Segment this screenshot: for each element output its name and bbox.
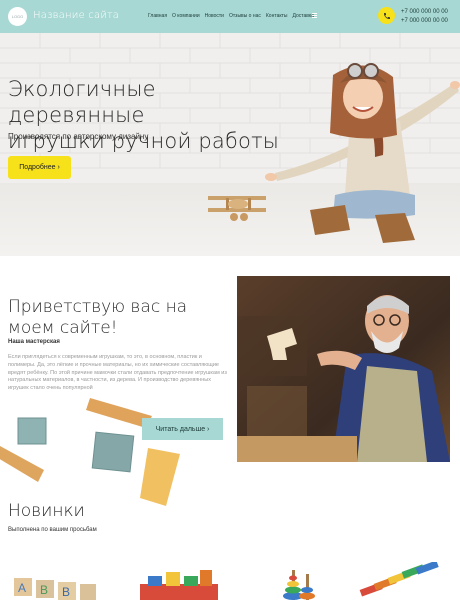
new-products-row: A B B	[14, 562, 439, 600]
hero-title: Экологичные деревянные игрушки ручной ра…	[8, 76, 288, 154]
nav-item-delivery[interactable]: Доставка	[293, 13, 314, 19]
intro-subtitle: Наша мастерская	[8, 339, 60, 345]
phone-button[interactable]	[378, 7, 395, 24]
phone-number-2[interactable]: +7 000 000 00 00	[401, 17, 448, 26]
nav-item-news[interactable]: Новости	[205, 13, 224, 19]
intro-text: Если приглядеться к современным игрушкам…	[8, 354, 227, 392]
menu-icon[interactable]	[312, 13, 317, 18]
site-header: LOGO Название сайта Главная О компании Н…	[0, 0, 460, 33]
craftsman-photo	[237, 276, 450, 462]
product-toy-train-image[interactable]	[140, 570, 218, 600]
phone-numbers: +7 000 000 00 00 +7 000 000 00 00	[401, 8, 448, 26]
hero-title-line-1: Экологичные деревянные	[8, 77, 156, 127]
read-more-button[interactable]: Читать дальше ›	[142, 418, 223, 440]
wooden-blocks-image	[0, 398, 180, 506]
main-nav: Главная О компании Новости Отзывы о нас …	[148, 13, 314, 19]
logo-text: LOGO	[11, 14, 24, 19]
more-button[interactable]: Подробнее ›	[8, 156, 71, 179]
phone-number-1[interactable]: +7 000 000 00 00	[401, 8, 448, 17]
nav-item-about[interactable]: О компании	[172, 13, 200, 19]
product-abc-blocks-image[interactable]: A B B	[14, 578, 96, 600]
site-name[interactable]: Название сайта	[33, 10, 119, 21]
new-section-title: Новинки	[8, 501, 85, 521]
wooden-plane-image	[208, 196, 266, 221]
hero-banner: Экологичные деревянные игрушки ручной ра…	[0, 33, 460, 256]
svg-text:B: B	[40, 583, 48, 597]
new-section-subtitle: Выполнена по вашим просьбам	[8, 527, 97, 533]
product-xylophone-image[interactable]	[359, 562, 439, 597]
hero-subtitle: Производятся по авторскому дизайну	[8, 132, 149, 141]
logo[interactable]: LOGO	[8, 7, 27, 26]
nav-item-contacts[interactable]: Контакты	[266, 13, 288, 19]
nav-item-home[interactable]: Главная	[148, 13, 167, 19]
svg-text:B: B	[62, 585, 70, 599]
svg-text:A: A	[18, 581, 26, 595]
phone-icon	[383, 12, 390, 19]
nav-item-reviews[interactable]: Отзывы о нас	[229, 13, 261, 19]
intro-title: Приветствую вас на моем сайте!	[8, 297, 188, 338]
product-stacking-pyramid-image[interactable]	[283, 570, 315, 600]
